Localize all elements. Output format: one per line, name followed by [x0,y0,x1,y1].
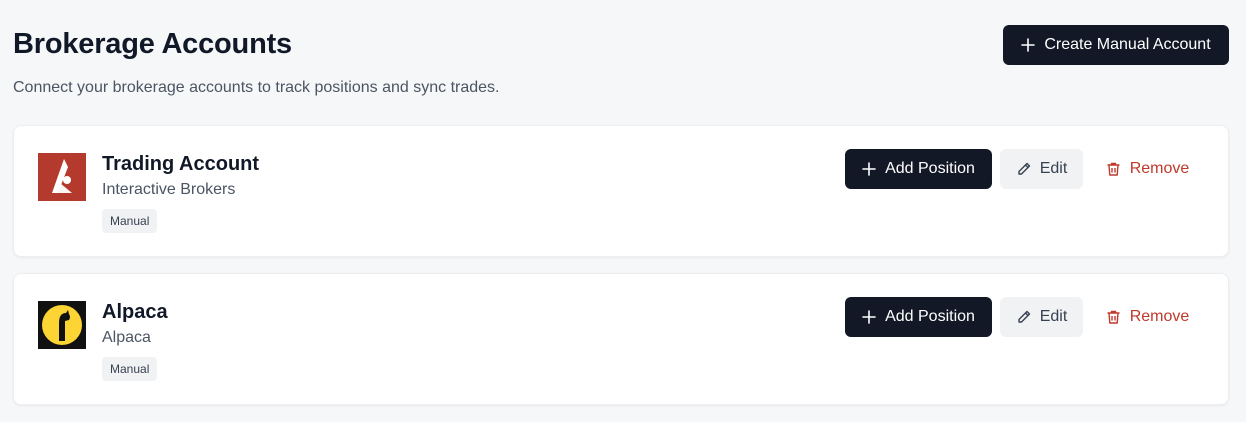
trash-icon [1107,310,1120,324]
account-card: Alpaca Alpaca Manual Add Position Edit R… [13,273,1229,405]
add-position-button[interactable]: Add Position [845,297,992,337]
edit-button[interactable]: Edit [1000,297,1083,337]
remove-button[interactable]: Remove [1095,297,1200,337]
page-title: Brokerage Accounts [13,28,292,60]
remove-label: Remove [1129,308,1190,325]
page-header: Brokerage Accounts Connect your brokerag… [13,26,499,98]
add-position-label: Add Position [885,308,975,325]
plus-icon [862,310,876,324]
page-subtitle: Connect your brokerage accounts to track… [13,79,500,96]
account-type-badge: Manual [102,357,158,381]
edit-label: Edit [1039,308,1068,325]
add-position-label: Add Position [885,160,975,177]
account-type-badge: Manual [102,209,158,233]
edit-button[interactable]: Edit [1000,149,1083,189]
remove-button[interactable]: Remove [1095,149,1200,189]
account-card: Trading Account Interactive Brokers Manu… [13,125,1229,257]
account-name: Alpaca [102,301,168,323]
alpaca-logo [38,301,86,349]
remove-label: Remove [1129,160,1190,177]
plus-icon [862,162,876,176]
create-manual-account-button[interactable]: Create Manual Account [1003,25,1229,65]
trash-icon [1107,162,1120,176]
account-broker: Alpaca [102,329,151,346]
account-broker: Interactive Brokers [102,181,236,198]
pencil-icon [1018,162,1030,175]
add-position-button[interactable]: Add Position [845,149,992,189]
edit-label: Edit [1039,160,1068,177]
create-manual-account-label: Create Manual Account [1044,36,1211,53]
interactive-brokers-logo [38,153,86,201]
plus-icon [1021,38,1036,52]
account-name: Trading Account [102,153,260,175]
pencil-icon [1018,310,1030,323]
